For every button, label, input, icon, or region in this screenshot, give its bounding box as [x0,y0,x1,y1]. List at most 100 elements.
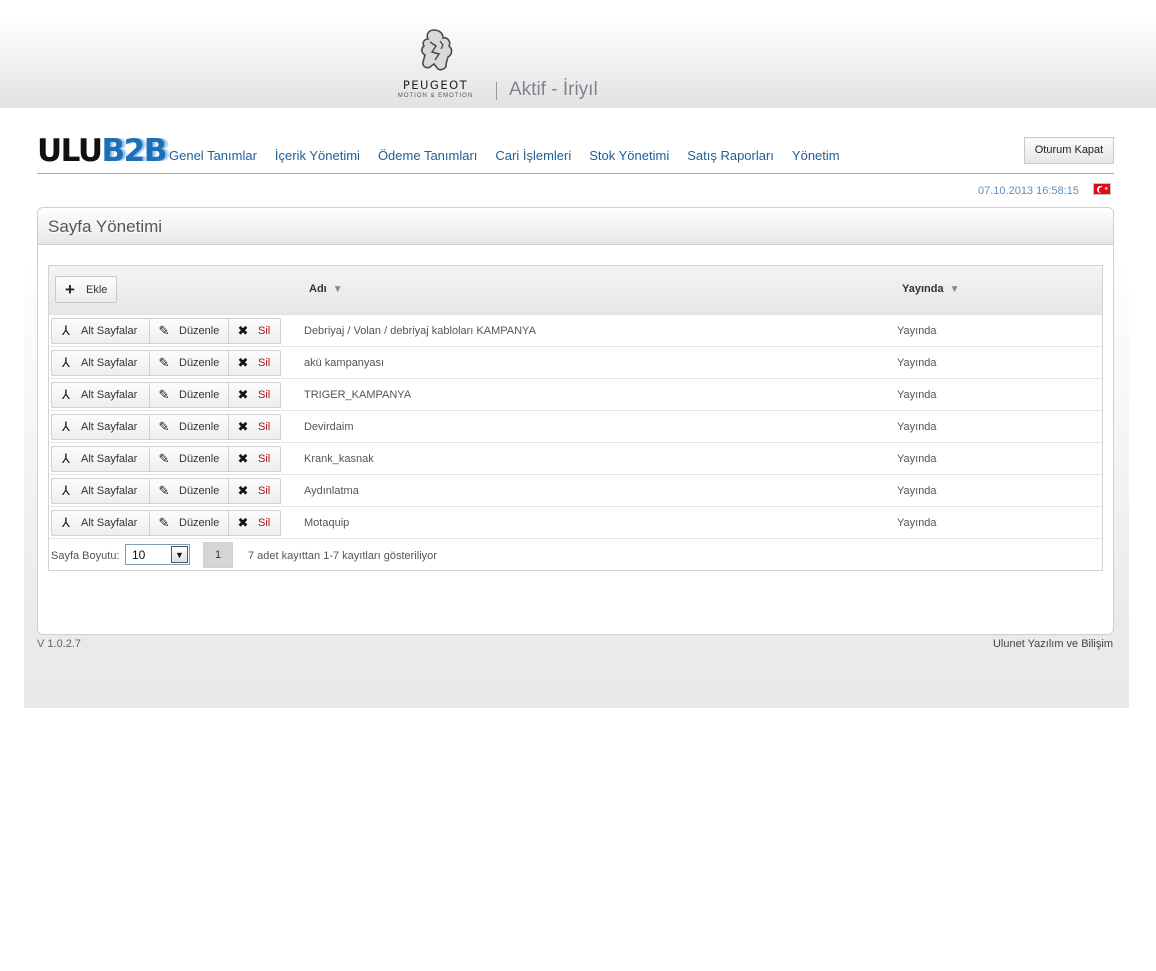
app-version: V 1.0.2.7 [37,638,82,650]
sub-pages-button[interactable]: ⅄ Alt Sayfalar [51,350,150,376]
page-name: Debriyaj / Volan / debriyaj kabloları KA… [304,325,536,337]
table-row: ⅄ Alt Sayfalar ✎ Düzenle ✖ Sil TRIGER_KAMPANYA… [49,379,1102,411]
close-icon: ✖ [237,355,249,370]
delete-button[interactable]: ✖ Sil [228,382,281,408]
edit-label: Düzenle [179,517,220,529]
peugeot-lion-icon [420,29,452,71]
published-status: Yayında [897,421,937,433]
sub-pages-icon: ⅄ [62,451,70,466]
nav-satis-raporlari[interactable]: Satış Raporları [687,148,774,163]
published-status: Yayında [897,325,937,337]
pencil-icon: ✎ [158,451,170,466]
nav-cari-islemleri[interactable]: Cari İşlemleri [495,148,571,163]
table-row: ⅄ Alt Sayfalar ✎ Düzenle ✖ Sil Motaquip Yayında [49,507,1102,539]
brand-slogan: MOTION & EMOTION [397,93,474,99]
table-row: ⅄ Alt Sayfalar ✎ Düzenle ✖ Sil Krank_kasnak Yay… [49,443,1102,475]
nav-icerik-yonetimi[interactable]: İçerik Yönetimi [275,148,360,163]
sub-pages-button[interactable]: ⅄ Alt Sayfalar [51,478,150,504]
edit-button[interactable]: ✎ Düzenle [149,446,229,472]
edit-label: Düzenle [179,357,220,369]
page-name: Devirdaim [304,421,354,433]
delete-button[interactable]: ✖ Sil [228,350,281,376]
column-header-name[interactable]: Adı ▼ [309,283,343,295]
column-header-published[interactable]: Yayında ▼ [902,283,959,295]
edit-button[interactable]: ✎ Düzenle [149,510,229,536]
nav-yonetim[interactable]: Yönetim [792,148,840,163]
row-actions: ⅄ Alt Sayfalar ✎ Düzenle ✖ Sil [51,446,281,472]
pencil-icon: ✎ [158,515,170,530]
row-actions: ⅄ Alt Sayfalar ✎ Düzenle ✖ Sil [51,478,281,504]
page-name: Aydınlatma [304,485,359,497]
add-button-label: Ekle [86,284,108,296]
nav-stok-yonetimi[interactable]: Stok Yönetimi [589,148,669,163]
sub-pages-button[interactable]: ⅄ Alt Sayfalar [51,446,150,472]
pager-info: 7 adet kayıttan 1-7 kayıtları gösteriliy… [248,550,437,562]
sub-pages-icon: ⅄ [62,355,70,370]
sub-pages-label: Alt Sayfalar [81,517,138,529]
add-button[interactable]: + Ekle [55,276,117,303]
row-actions: ⅄ Alt Sayfalar ✎ Düzenle ✖ Sil [51,350,281,376]
table-row: ⅄ Alt Sayfalar ✎ Düzenle ✖ Sil Aydınlatma Yayın… [49,475,1102,507]
sub-pages-label: Alt Sayfalar [81,421,138,433]
close-icon: ✖ [237,387,249,402]
edit-button[interactable]: ✎ Düzenle [149,382,229,408]
delete-button[interactable]: ✖ Sil [228,318,281,344]
row-actions: ⅄ Alt Sayfalar ✎ Düzenle ✖ Sil [51,318,281,344]
sub-pages-label: Alt Sayfalar [81,325,138,337]
column-header-published-label: Yayında [902,283,944,295]
sub-pages-icon: ⅄ [62,483,70,498]
sub-pages-button[interactable]: ⅄ Alt Sayfalar [51,318,150,344]
table-row: ⅄ Alt Sayfalar ✎ Düzenle ✖ Sil akü kampanyası Y… [49,347,1102,379]
pencil-icon: ✎ [158,323,170,338]
ulub2b-logo[interactable]: ULUB2B [37,133,167,169]
company-name[interactable]: Ulunet Yazılım ve Bilişim [993,638,1113,650]
turkish-flag-icon[interactable]: ★ [1093,183,1111,195]
published-status: Yayında [897,517,937,529]
sub-pages-icon: ⅄ [62,419,70,434]
delete-label: Sil [258,485,271,497]
sub-pages-button[interactable]: ⅄ Alt Sayfalar [51,414,150,440]
page-number-button[interactable]: 1 [203,542,233,568]
edit-button[interactable]: ✎ Düzenle [149,414,229,440]
sub-pages-icon: ⅄ [62,515,70,530]
edit-label: Düzenle [179,389,220,401]
grid-pager: Sayfa Boyutu: 10 ▼ 1 7 adet kayıttan 1-7… [49,539,1102,571]
table-row: ⅄ Alt Sayfalar ✎ Düzenle ✖ Sil Debriyaj / Vola… [49,315,1102,347]
panel-title: Sayfa Yönetimi [48,217,163,236]
plus-icon: + [65,280,75,299]
published-status: Yayında [897,357,937,369]
nav-genel-tanimlar[interactable]: Genel Tanımlar [169,148,257,163]
sub-pages-button[interactable]: ⅄ Alt Sayfalar [51,510,150,536]
edit-button[interactable]: ✎ Düzenle [149,350,229,376]
delete-button[interactable]: ✖ Sil [228,446,281,472]
sub-pages-button[interactable]: ⅄ Alt Sayfalar [51,382,150,408]
row-actions: ⅄ Alt Sayfalar ✎ Düzenle ✖ Sil [51,382,281,408]
pencil-icon: ✎ [158,387,170,402]
logo-part-ulu: ULU [37,133,103,169]
delete-button[interactable]: ✖ Sil [228,414,281,440]
delete-button[interactable]: ✖ Sil [228,510,281,536]
edit-button[interactable]: ✎ Düzenle [149,478,229,504]
delete-button[interactable]: ✖ Sil [228,478,281,504]
sub-pages-icon: ⅄ [62,387,70,402]
page-size-select[interactable]: 10 ▼ [125,544,190,565]
brand-banner: PEUGEOT MOTION & EMOTION Aktif - İriyıl [0,22,1156,108]
page-management-panel: Sayfa Yönetimi + Ekle Adı ▼ Yayında ▼ ⅄ Alt… [37,207,1114,635]
filter-icon[interactable]: ▼ [950,284,960,295]
delete-label: Sil [258,325,271,337]
page-name: TRIGER_KAMPANYA [304,389,412,401]
close-icon: ✖ [237,483,249,498]
filter-icon[interactable]: ▼ [333,284,343,295]
published-status: Yayında [897,485,937,497]
page-name: akü kampanyası [304,357,385,369]
brand-divider [496,82,497,100]
edit-button[interactable]: ✎ Düzenle [149,318,229,344]
delete-label: Sil [258,517,271,529]
delete-label: Sil [258,453,271,465]
logout-button[interactable]: Oturum Kapat [1024,137,1114,164]
nav-odeme-tanimlari[interactable]: Ödeme Tanımları [378,148,477,163]
close-icon: ✖ [237,323,249,338]
close-icon: ✖ [237,451,249,466]
pencil-icon: ✎ [158,419,170,434]
chevron-down-icon[interactable]: ▼ [171,546,188,563]
